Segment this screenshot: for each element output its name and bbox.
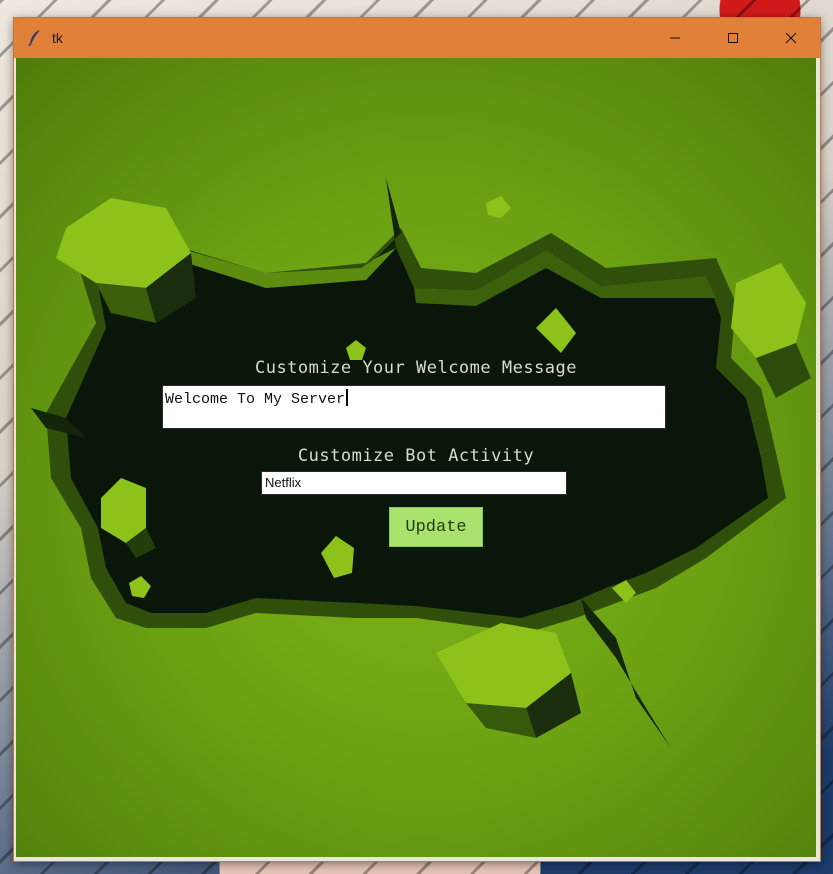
close-icon [785,32,797,44]
bot-activity-label: Customize Bot Activity [297,446,535,466]
bot-activity-text: Netflix [265,475,302,490]
minimize-button[interactable] [646,18,704,58]
bot-activity-input[interactable]: Netflix [261,471,567,495]
app-window: tk Customize Your Welcome Message Welcom… [14,18,820,861]
canvas-area: Customize Your Welcome Message Welcome T… [16,58,816,857]
feather-icon [26,29,44,47]
update-button[interactable]: Update [389,507,483,547]
minimize-icon [670,37,680,39]
close-button[interactable] [762,18,820,58]
text-caret [346,389,349,406]
welcome-message-text: Welcome To My Server [165,391,346,408]
window-title: tk [52,30,63,46]
window-controls [646,18,820,58]
welcome-message-label: Customize Your Welcome Message [254,358,578,378]
welcome-message-input[interactable]: Welcome To My Server [162,385,666,429]
maximize-icon [728,33,738,43]
maximize-button[interactable] [704,18,762,58]
title-bar[interactable]: tk [14,18,820,58]
